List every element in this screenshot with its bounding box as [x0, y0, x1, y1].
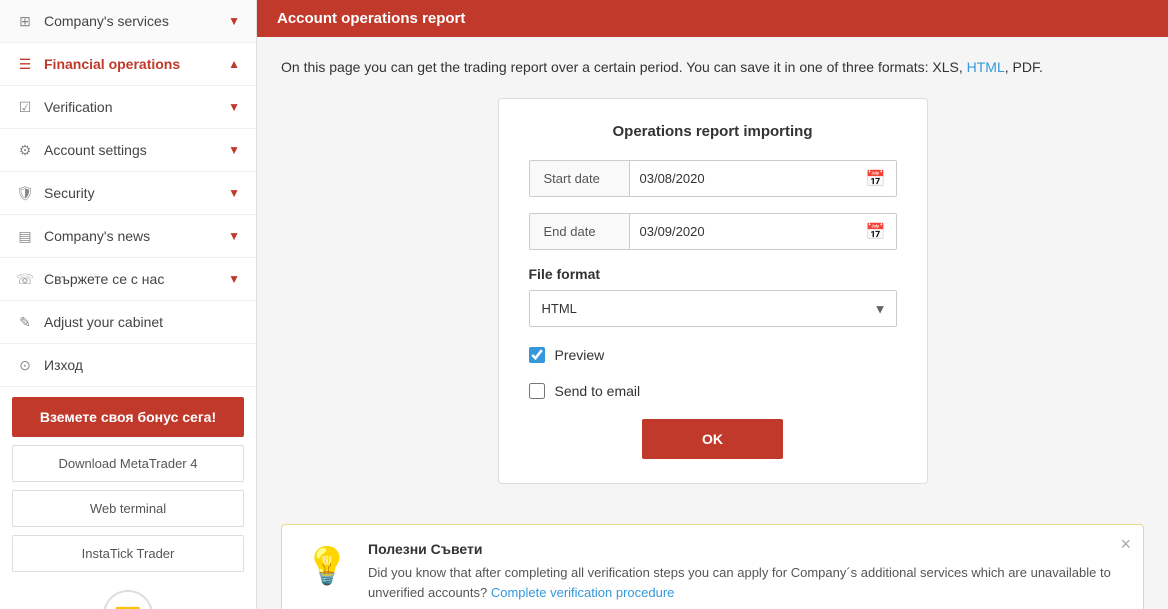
- sidebar-label-adjust-cabinet: Adjust your cabinet: [44, 314, 163, 330]
- close-icon[interactable]: ×: [1120, 535, 1131, 553]
- sidebar-label-company-news: Company's news: [44, 228, 150, 244]
- start-date-label: Start date: [530, 161, 630, 196]
- form-title: Operations report importing: [529, 123, 897, 140]
- tips-text: Did you know that after completing all v…: [368, 563, 1123, 602]
- content-area: On this page you can get the trading rep…: [257, 37, 1168, 504]
- phone-icon: ☏: [16, 270, 34, 288]
- send-email-label[interactable]: Send to email: [555, 383, 641, 399]
- chevron-icon: ▼: [228, 14, 240, 28]
- chevron-icon-a: ▼: [228, 143, 240, 157]
- bars-icon: ☰: [16, 55, 34, 73]
- html-format-link[interactable]: HTML: [967, 59, 1005, 75]
- end-date-row: End date 📅: [529, 213, 897, 250]
- tips-title: Полезни Съвети: [368, 541, 1123, 557]
- edit-icon: ✎: [16, 313, 34, 331]
- list-icon: ▤: [16, 227, 34, 245]
- grid-icon: ⊞: [16, 12, 34, 30]
- sidebar-bottom: Вземете своя бонус сега! Download MetaTr…: [0, 387, 256, 609]
- file-format-label: File format: [529, 266, 897, 282]
- check-square-icon: ☑: [16, 98, 34, 116]
- start-date-row: Start date 📅: [529, 160, 897, 197]
- page-description: On this page you can get the trading rep…: [281, 57, 1144, 78]
- card-icon: 💳: [103, 590, 153, 609]
- send-email-row: Send to email: [529, 379, 897, 403]
- preview-row: Preview: [529, 343, 897, 367]
- page-header-bar: Account operations report: [257, 0, 1168, 37]
- sidebar-item-company-services[interactable]: ⊞ Company's services ▼: [0, 0, 256, 43]
- sidebar-label-account-settings: Account settings: [44, 142, 147, 158]
- sidebar-item-exit[interactable]: ⊙ Изход: [0, 344, 256, 387]
- end-date-label: End date: [530, 214, 630, 249]
- sidebar-label-financial-operations: Financial operations: [44, 56, 180, 72]
- calendar-icon-start[interactable]: 📅: [856, 161, 896, 196]
- chevron-icon-v: ▼: [228, 100, 240, 114]
- sidebar-item-account-settings[interactable]: ⚙ Account settings ▼: [0, 129, 256, 172]
- operations-form-card: Operations report importing Start date 📅…: [498, 98, 928, 484]
- end-date-input[interactable]: [630, 214, 856, 249]
- sidebar-label-contact-us: Свържете се с нас: [44, 271, 164, 287]
- chevron-icon-cn: ▼: [228, 229, 240, 243]
- download-metatrader-button[interactable]: Download MetaTrader 4: [12, 445, 244, 482]
- exit-icon: ⊙: [16, 356, 34, 374]
- sidebar-item-adjust-cabinet[interactable]: ✎ Adjust your cabinet: [0, 301, 256, 344]
- shield-icon: 🛡: [16, 184, 34, 202]
- chevron-down-icon: ▲: [228, 57, 240, 71]
- sidebar-nav: ⊞ Company's services ▼ ☰ Financial opera…: [0, 0, 256, 387]
- sidebar-label-verification: Verification: [44, 99, 112, 115]
- tips-section: 💡 Полезни Съвети Did you know that after…: [281, 524, 1144, 609]
- lightbulb-icon: 💡: [302, 541, 352, 591]
- sidebar-label-exit: Изход: [44, 357, 83, 373]
- sidebar-item-verification[interactable]: ☑ Verification ▼: [0, 86, 256, 129]
- preview-checkbox[interactable]: [529, 347, 545, 363]
- sidebar-item-financial-operations[interactable]: ☰ Financial operations ▲: [0, 43, 256, 86]
- bonus-button[interactable]: Вземете своя бонус сега!: [12, 397, 244, 437]
- sidebar-label-company-services: Company's services: [44, 13, 169, 29]
- file-format-wrapper: XLS HTML PDF ▼: [529, 290, 897, 327]
- calendar-icon-end[interactable]: 📅: [856, 214, 896, 249]
- main-content: Account operations report On this page y…: [257, 0, 1168, 609]
- web-terminal-button[interactable]: Web terminal: [12, 490, 244, 527]
- ok-button[interactable]: OK: [642, 419, 783, 459]
- sidebar: ⊞ Company's services ▼ ☰ Financial opera…: [0, 0, 257, 609]
- verification-link[interactable]: Complete verification procedure: [491, 585, 675, 600]
- preview-label[interactable]: Preview: [555, 347, 605, 363]
- chevron-icon-cu: ▼: [228, 272, 240, 286]
- gear-icon: ⚙: [16, 141, 34, 159]
- sidebar-label-security: Security: [44, 185, 95, 201]
- chevron-icon-s: ▼: [228, 186, 240, 200]
- sidebar-item-contact-us[interactable]: ☏ Свържете се с нас ▼: [0, 258, 256, 301]
- start-date-input[interactable]: [630, 161, 856, 196]
- sidebar-item-company-news[interactable]: ▤ Company's news ▼: [0, 215, 256, 258]
- page-title: Account operations report: [277, 10, 465, 27]
- sidebar-item-security[interactable]: 🛡 Security ▼: [0, 172, 256, 215]
- send-email-checkbox[interactable]: [529, 383, 545, 399]
- instatick-trader-button[interactable]: InstaTick Trader: [12, 535, 244, 572]
- file-format-select[interactable]: XLS HTML PDF: [529, 290, 897, 327]
